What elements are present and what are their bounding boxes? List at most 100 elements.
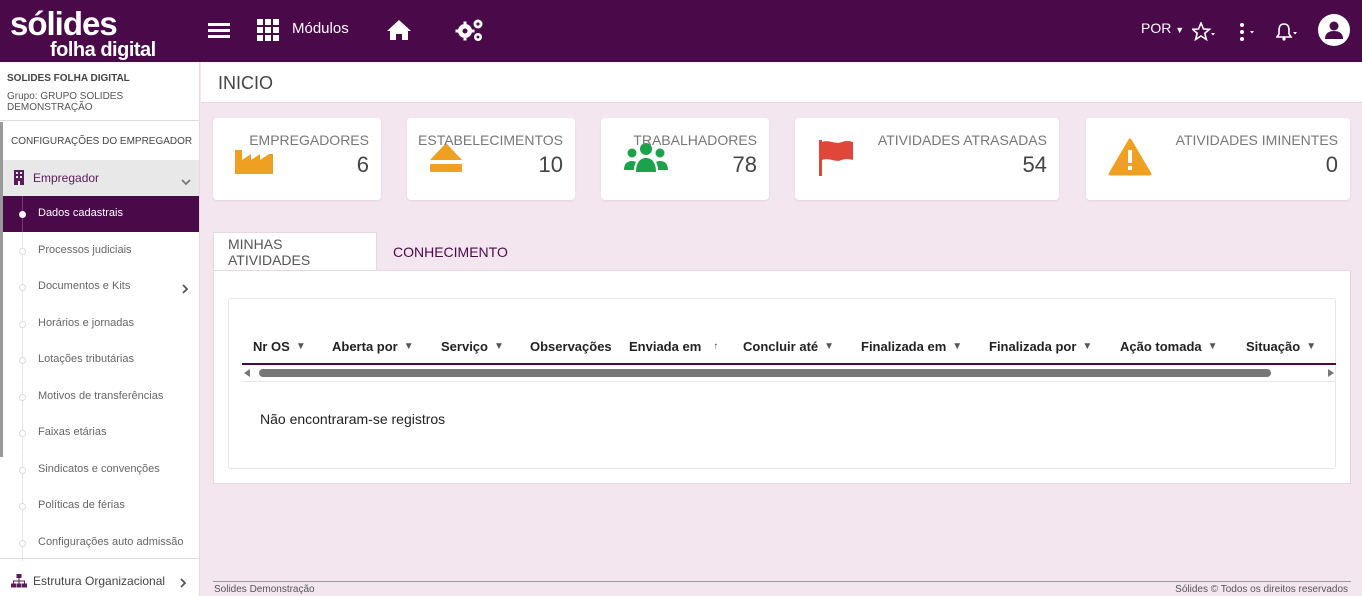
card-label: ATIVIDADES IMINENTES — [1175, 132, 1338, 148]
sidebar-item-sindicatos-convencoes[interactable]: Sindicatos e convenções — [3, 452, 199, 488]
sidebar-item-label: Lotações tributárias — [38, 353, 134, 365]
sort-caret-icon: ▼ — [1082, 341, 1093, 352]
language-selector[interactable]: POR ▼ — [1141, 20, 1184, 36]
card-atividades-iminentes[interactable]: ATIVIDADES IMINENTES 0 — [1086, 118, 1350, 200]
sidebar: SOLIDES FOLHA DIGITAL Grupo: GRUPO SOLID… — [0, 62, 200, 596]
sidebar-item-empregador[interactable]: Empregador — [3, 160, 199, 196]
divider — [242, 381, 1336, 382]
sidebar-item-politicas-ferias[interactable]: Políticas de férias — [3, 488, 199, 524]
card-trabalhadores[interactable]: TRABALHADORES 78 — [601, 118, 769, 200]
page-header: INICIO — [201, 62, 1362, 103]
column-header-concluir-ate[interactable]: Concluir até ▼ — [743, 339, 834, 354]
bullet-icon — [19, 357, 26, 364]
scroll-right-icon[interactable] — [1328, 369, 1334, 377]
card-atividades-atrasadas[interactable]: ATIVIDADES ATRASADAS 54 — [795, 118, 1059, 200]
chevron-down-icon: ▼ — [1175, 25, 1185, 35]
column-header-aberta-por[interactable]: Aberta por ▼ — [332, 339, 414, 354]
hamburger-menu-icon[interactable] — [208, 17, 230, 43]
settings-cogs-icon[interactable] — [455, 17, 485, 43]
column-header-finalizada-em[interactable]: Finalizada em ▼ — [861, 339, 962, 354]
sort-caret-icon: ▼ — [295, 341, 306, 352]
logo[interactable]: sólides folha digital — [10, 6, 170, 61]
bullet-icon — [19, 248, 26, 255]
column-header-observacoes[interactable]: Observações — [530, 339, 612, 354]
column-header-label: Observações — [530, 339, 612, 354]
modules-button[interactable]: Módulos — [292, 20, 349, 37]
card-label: ESTABELECIMENTOS — [418, 132, 563, 148]
more-options-icon[interactable] — [1238, 19, 1258, 45]
sidebar-item-motivos-transferencias[interactable]: Motivos de transferências — [3, 379, 199, 415]
card-value: 0 — [1325, 152, 1338, 177]
bullet-icon — [19, 211, 26, 218]
column-header-acao-tomada[interactable]: Ação tomada ▼ — [1120, 339, 1218, 354]
card-label: ATIVIDADES ATRASADAS — [877, 132, 1047, 148]
modules-grid-icon[interactable] — [257, 17, 279, 43]
scrollbar-thumb[interactable] — [259, 369, 1271, 377]
sidebar-item-documentos-kits[interactable]: Documentos e Kits — [3, 269, 199, 305]
column-header-label: Finalizada em — [861, 339, 947, 354]
language-label: POR — [1141, 20, 1172, 36]
bullet-icon — [19, 321, 26, 328]
bullet-icon — [19, 540, 26, 547]
divider — [0, 558, 199, 559]
sort-caret-icon: ▼ — [952, 341, 963, 352]
sidebar-item-label: Configurações auto admissão — [38, 536, 184, 548]
sidebar-item-faixas-etarias[interactable]: Faixas etárias — [3, 415, 199, 451]
sidebar-item-horarios-jornadas[interactable]: Horários e jornadas — [3, 306, 199, 342]
logo-line2: folha digital — [50, 39, 156, 61]
card-label: TRABALHADORES — [633, 132, 757, 148]
footer-copyright: Sólides © Todos os direitos reservados — [1175, 584, 1348, 595]
sidebar-item-label: Horários e jornadas — [38, 317, 134, 329]
building-icon — [13, 170, 25, 190]
sidebar-item-label: Dados cadastrais — [38, 207, 123, 219]
sidebar-item-lotacoes-tributarias[interactable]: Lotações tributárias — [3, 342, 199, 378]
sidebar-item-dados-cadastrais[interactable]: Dados cadastrais — [3, 196, 199, 232]
sidebar-item-label: Políticas de férias — [38, 499, 125, 511]
sidebar-item-estrutura-organizacional[interactable]: Estrutura Organizacional — [0, 564, 199, 596]
tab-conhecimento[interactable]: CONHECIMENTO — [379, 232, 522, 271]
sidebar-item-label: Processos judiciais — [38, 244, 132, 256]
sidebar-item-label: Documentos e Kits — [38, 280, 131, 292]
group-name: Grupo: GRUPO SOLIDES DEMONSTRAÇÃO — [7, 91, 124, 113]
column-header-enviada-em[interactable]: Enviada em ↑ — [629, 339, 718, 354]
warning-icon — [1108, 138, 1152, 181]
company-name: SOLIDES FOLHA DIGITAL — [7, 73, 130, 84]
sort-up-arrow-icon: ↑ — [713, 341, 719, 352]
card-estabelecimentos[interactable]: ESTABELECIMENTOS 10 — [407, 118, 575, 200]
sidebar-item-processos-judiciais[interactable]: Processos judiciais — [3, 233, 199, 269]
column-header-label: Situação — [1246, 339, 1301, 354]
column-header-servico[interactable]: Serviço ▼ — [441, 339, 504, 354]
horizontal-scrollbar[interactable] — [242, 368, 1336, 378]
column-header-label: Serviço — [441, 339, 488, 354]
sort-caret-icon: ▼ — [824, 341, 835, 352]
card-empregadores[interactable]: EMPREGADORES 6 — [213, 118, 381, 200]
activities-grid: Nr OS ▼ Aberta por ▼ Serviço ▼ Observações … — [228, 298, 1336, 469]
sidebar-item-label: Sindicatos e convenções — [38, 463, 160, 475]
sidebar-item-config-auto-admissao[interactable]: Configurações auto admissão — [3, 525, 199, 561]
header-underline — [242, 363, 1336, 365]
divider — [0, 120, 199, 121]
column-header-situacao[interactable]: Situação ▼ — [1246, 339, 1316, 354]
activities-panel: Nr OS ▼ Aberta por ▼ Serviço ▼ Observações … — [213, 270, 1351, 484]
home-icon[interactable] — [386, 17, 412, 43]
card-value: 10 — [538, 152, 563, 177]
user-avatar[interactable] — [1318, 14, 1350, 46]
column-header-finalizada-por[interactable]: Finalizada por ▼ — [989, 339, 1092, 354]
card-value: 78 — [732, 152, 757, 177]
sort-caret-icon: ▼ — [493, 341, 504, 352]
flag-icon — [817, 138, 855, 181]
column-header-label: Concluir até — [743, 339, 819, 354]
bullet-icon — [19, 467, 26, 474]
bullet-icon — [19, 430, 26, 437]
column-header-nr-os[interactable]: Nr OS ▼ — [253, 339, 306, 354]
scroll-left-icon[interactable] — [244, 369, 250, 377]
tab-minhas-atividades[interactable]: MINHAS ATIVIDADES — [213, 232, 377, 271]
notifications-bell-icon[interactable] — [1276, 19, 1298, 45]
favorites-star-icon[interactable] — [1192, 19, 1216, 45]
chevron-down-icon — [181, 173, 191, 191]
top-bar: sólides folha digital Módulos POR ▼ — [0, 0, 1362, 62]
bullet-icon — [19, 503, 26, 510]
empty-state-message: Não encontraram-se registros — [260, 411, 446, 427]
sidebar-item-label: Faixas etárias — [38, 426, 107, 438]
sort-caret-icon: ▼ — [1207, 341, 1218, 352]
